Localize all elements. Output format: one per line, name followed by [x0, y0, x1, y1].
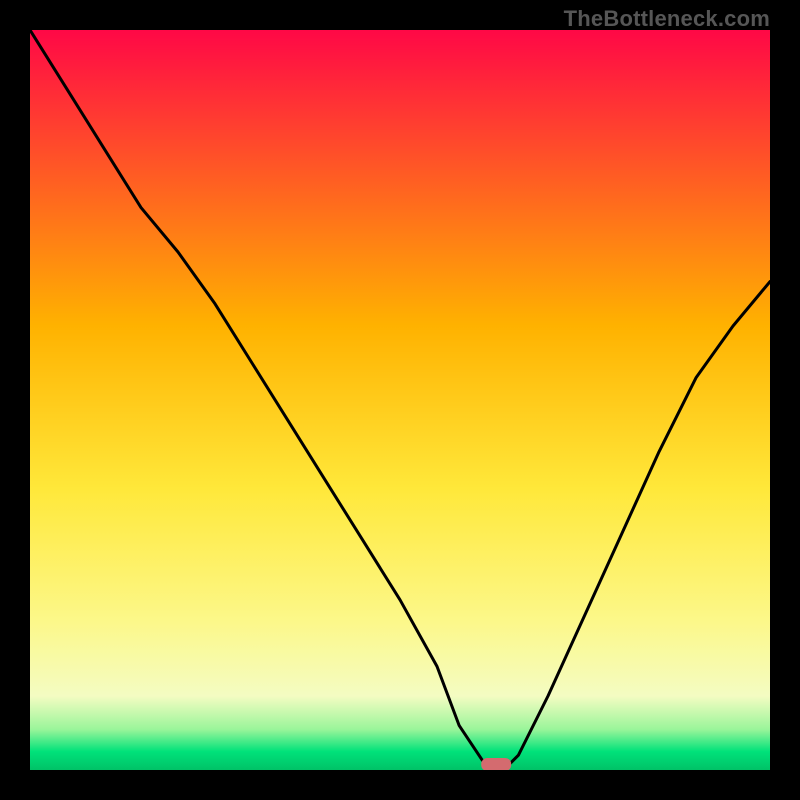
- bottleneck-chart: [30, 30, 770, 770]
- watermark-text: TheBottleneck.com: [564, 6, 770, 32]
- optimal-marker: [481, 758, 511, 770]
- gradient-background: [30, 30, 770, 770]
- chart-frame: TheBottleneck.com: [0, 0, 800, 800]
